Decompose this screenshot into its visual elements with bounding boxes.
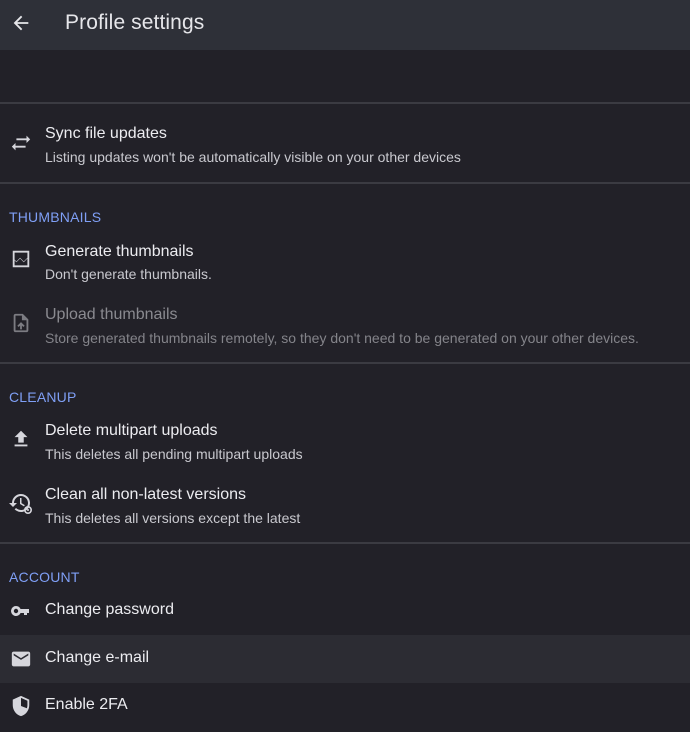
generate-thumbnails-subtitle: Don't generate thumbnails. — [45, 266, 212, 282]
change-email-item[interactable]: Change e-mail — [0, 635, 690, 683]
delete-multipart-uploads-item[interactable]: Delete multipart uploads This deletes al… — [0, 416, 690, 472]
clean-versions-subtitle: This deletes all versions except the lat… — [45, 510, 301, 526]
upload-thumbnails-subtitle: Store generated thumbnails remotely, so … — [45, 330, 639, 346]
clean-non-latest-versions-item[interactable]: Clean all non-latest versions This delet… — [0, 480, 690, 536]
mail-icon — [9, 647, 33, 671]
divider — [0, 182, 690, 184]
section-header-thumbnails: THUMBNAILS — [9, 209, 102, 225]
sync-title: Sync file updates — [45, 125, 167, 142]
upload-icon — [9, 427, 33, 451]
sync-file-updates-item[interactable]: Sync file updates Listing updates won't … — [0, 104, 690, 182]
section-header-cleanup: CLEANUP — [9, 389, 77, 405]
arrow-left-icon — [13, 15, 29, 31]
section-header-account: ACCOUNT — [9, 569, 80, 585]
delete-multipart-subtitle: This deletes all pending multipart uploa… — [45, 446, 303, 462]
divider — [0, 542, 690, 544]
generate-thumbnails-item[interactable]: Generate thumbnails Don't generate thumb… — [0, 236, 690, 292]
clean-versions-title: Clean all non-latest versions — [45, 486, 246, 503]
history-settings-icon — [9, 491, 33, 515]
generate-thumbnails-title: Generate thumbnails — [45, 243, 194, 260]
delete-multipart-title: Delete multipart uploads — [45, 422, 218, 439]
enable-2fa-item[interactable]: Enable 2FA — [0, 684, 690, 732]
enable-2fa-title: Enable 2FA — [45, 696, 128, 713]
back-button[interactable] — [8, 9, 34, 37]
change-password-title: Change password — [45, 601, 174, 618]
upload-thumbnails-item: Upload thumbnails Store generated thumbn… — [0, 300, 690, 356]
file-upload-icon — [9, 311, 33, 335]
image-icon — [9, 247, 33, 271]
divider — [0, 362, 690, 364]
empty-area — [0, 50, 690, 102]
change-email-title: Change e-mail — [45, 649, 150, 666]
swap-arrows-icon — [9, 131, 33, 155]
change-password-item[interactable]: Change password — [0, 588, 690, 634]
key-icon — [9, 599, 33, 623]
sync-subtitle: Listing updates won't be automatically v… — [45, 149, 461, 165]
page-title: Profile settings — [65, 11, 205, 34]
shield-icon — [9, 694, 33, 718]
upload-thumbnails-title: Upload thumbnails — [45, 306, 178, 323]
app-bar: Profile settings — [0, 0, 690, 50]
